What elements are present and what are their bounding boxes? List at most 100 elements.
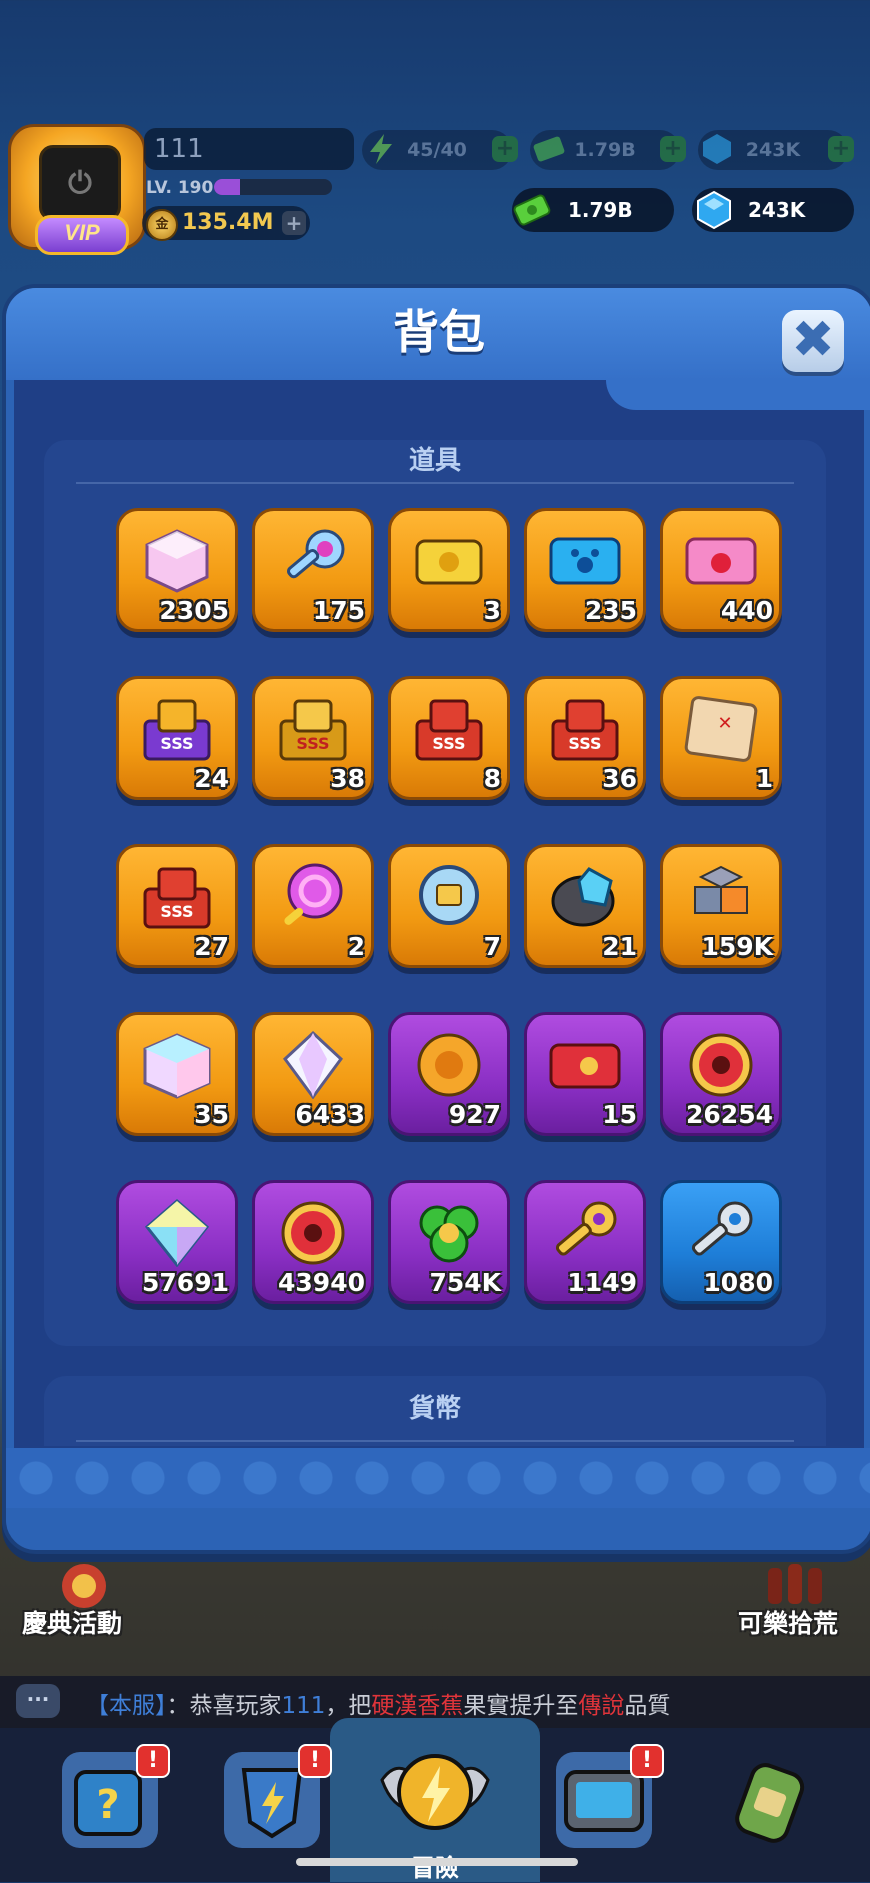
cash-value: 1.79B (568, 198, 633, 222)
item-count: 38 (330, 764, 365, 793)
blue-ore-icon (551, 867, 615, 927)
nav-alert-badge: ! (136, 1744, 170, 1778)
inventory-item-tile[interactable]: 1080 (660, 1180, 782, 1304)
inventory-item-tile[interactable]: 175 (252, 508, 374, 632)
energy-counter: 45/40 + (362, 130, 518, 170)
energy-value: 45/40 (407, 139, 467, 161)
yellow-ticket-icon (415, 539, 483, 585)
section-divider (76, 1440, 794, 1442)
red-skull-ticket-icon (549, 1043, 621, 1089)
inventory-item-tile[interactable]: 7 (388, 844, 510, 968)
nav-map-button[interactable]: ! (556, 1744, 664, 1848)
cola-scavenge-button[interactable] (740, 1556, 850, 1606)
cash-icon (533, 136, 565, 162)
red-skull-coin-icon (281, 1201, 345, 1265)
item-grid: 2305 175 3 235 440 SSS 24 SSS 38 SSS 8 SSS 36 ✕ 1 SSS 27… (116, 508, 782, 1308)
inventory-item-tile[interactable]: ✕ 1 (660, 676, 782, 800)
magnifier-chest-icon (419, 865, 479, 925)
currency-section-panel[interactable]: 貨幣 (44, 1376, 826, 1446)
nav-shop-button[interactable]: ? ! (62, 1744, 170, 1848)
inventory-item-tile[interactable]: 43940 (252, 1180, 374, 1304)
item-count: 43940 (278, 1268, 365, 1297)
nav-inventory-button[interactable] (722, 1752, 818, 1848)
inventory-item-tile[interactable]: 927 (388, 1012, 510, 1136)
svg-text:SSS: SSS (160, 734, 193, 753)
gems-value: 243K (748, 198, 806, 222)
inventory-item-tile[interactable]: 2 (252, 844, 374, 968)
rainbow-diamond-icon (144, 1199, 210, 1267)
sss-card-pack-red-icon: SSS (415, 699, 483, 761)
inventory-item-tile[interactable]: 440 (660, 508, 782, 632)
sss-card-pack-gold-icon: SSS (279, 699, 347, 761)
inventory-item-tile[interactable]: 15 (524, 1012, 646, 1136)
cola-scavenge-label[interactable]: 可樂拾荒 (738, 1604, 838, 1640)
item-count: 57691 (142, 1268, 229, 1297)
nav-hero-button[interactable]: ! (224, 1744, 332, 1848)
flower-medal-icon (417, 1033, 481, 1097)
add-coins-button[interactable]: + (282, 211, 306, 235)
inventory-item-tile[interactable]: 159K (660, 844, 782, 968)
item-count: 2 (347, 932, 365, 961)
currency-section-title: 貨幣 (408, 1394, 461, 1424)
lollipop-icon (284, 863, 343, 925)
gem-icon (697, 190, 731, 230)
cash-counter: 1.79B (512, 188, 674, 232)
inventory-item-tile[interactable]: SSS 36 (524, 676, 646, 800)
rainbow-cube-icon (143, 1033, 211, 1099)
cash-value-top: 1.79B (574, 139, 636, 161)
items-section-title: 道具 (408, 446, 461, 476)
item-count: 15 (602, 1100, 637, 1129)
player-avatar-frame[interactable]: ⏻ VIP (8, 124, 146, 255)
item-count: 159K (701, 932, 773, 961)
inventory-item-tile[interactable]: 26254 (660, 1012, 782, 1136)
white-diamond-icon (282, 1030, 344, 1099)
inventory-item-tile[interactable]: 21 (524, 844, 646, 968)
treasure-map-icon: ✕ (684, 696, 758, 762)
close-button[interactable]: ✖ (782, 310, 844, 372)
svg-text:✕: ✕ (717, 713, 732, 734)
cash-counter-top: 1.79B + (530, 130, 686, 170)
inventory-item-tile[interactable]: SSS 27 (116, 844, 238, 968)
inventory-item-tile[interactable]: 2305 (116, 508, 238, 632)
inventory-item-tile[interactable]: SSS 24 (116, 676, 238, 800)
chat-player-name[interactable]: 111 (282, 1693, 326, 1719)
jar-icon (735, 1763, 805, 1843)
item-count: 36 (602, 764, 637, 793)
inventory-item-tile[interactable]: 754K (388, 1180, 510, 1304)
inventory-item-tile[interactable]: 235 (524, 508, 646, 632)
celebration-event-label[interactable]: 慶典活動 (22, 1604, 122, 1640)
inventory-item-tile[interactable]: 57691 (116, 1180, 238, 1304)
chat-bubble-icon[interactable]: ··· (16, 1684, 60, 1718)
inventory-item-tile[interactable]: SSS 38 (252, 676, 374, 800)
item-count: 26254 (686, 1100, 773, 1129)
gold-coin-icon: 金 (146, 209, 178, 241)
power-icon: ⏻ (68, 165, 92, 201)
chat-text-2: ，把 (325, 1693, 372, 1719)
inventory-item-tile[interactable]: 1149 (524, 1180, 646, 1304)
item-count: 927 (448, 1100, 501, 1129)
gem-icon (703, 134, 731, 164)
item-count: 3 (483, 596, 501, 625)
chat-message: 【本服】：恭喜玩家111，把硬漢香蕉果實提升至傳說品質 (86, 1686, 670, 1720)
item-count: 175 (312, 596, 365, 625)
inventory-item-tile[interactable]: 35 (116, 1012, 238, 1136)
avatar: ⏻ (39, 145, 121, 221)
pink-gem-key-icon (287, 529, 345, 579)
inventory-item-tile[interactable]: 6433 (252, 1012, 374, 1136)
nav-adventure-button[interactable] (376, 1740, 494, 1850)
item-count: 7 (483, 932, 501, 961)
close-icon: ✖ (791, 310, 835, 370)
item-count: 35 (194, 1100, 229, 1129)
inventory-item-tile[interactable]: 3 (388, 508, 510, 632)
item-count: 754K (429, 1268, 501, 1297)
chat-item-name: 硬漢香蕉 (371, 1693, 464, 1719)
add-gems-button[interactable]: + (828, 136, 854, 162)
chat-text-4: 品質 (624, 1693, 671, 1719)
cash-icon (513, 194, 551, 226)
add-cash-button[interactable]: + (660, 136, 686, 162)
add-energy-button[interactable]: + (492, 136, 518, 162)
modal-title: 背包 (393, 305, 485, 359)
svg-text:?: ? (96, 1782, 119, 1828)
item-count: 440 (720, 596, 773, 625)
inventory-item-tile[interactable]: SSS 8 (388, 676, 510, 800)
